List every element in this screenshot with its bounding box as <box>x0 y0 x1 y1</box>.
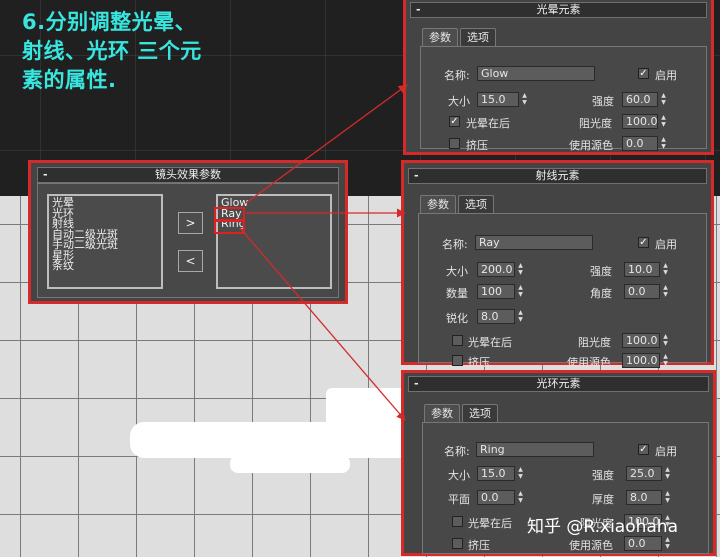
annotation-arrows <box>239 84 408 421</box>
arrow-ring <box>239 227 406 421</box>
watermark: 知乎 @R.xiaohaha <box>527 517 678 537</box>
arrow-glow <box>245 84 408 204</box>
